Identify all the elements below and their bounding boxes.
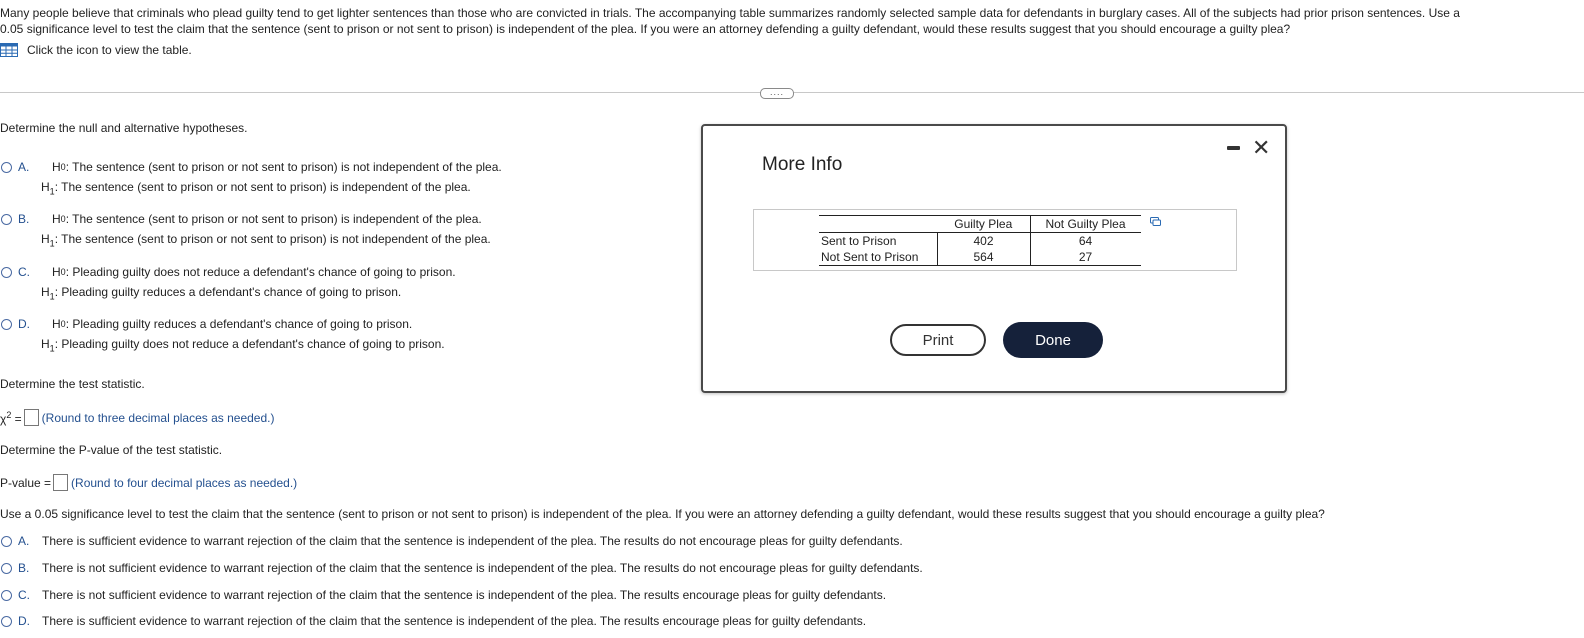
test-statistic-prompt: Determine the test statistic. bbox=[0, 377, 145, 391]
table-cell: 402 bbox=[937, 232, 1031, 249]
p-value-prompt: Determine the P-value of the test statis… bbox=[0, 443, 223, 457]
table-corner bbox=[819, 215, 937, 233]
radio-button[interactable] bbox=[1, 589, 12, 601]
row-header: Sent to Prison bbox=[819, 232, 938, 249]
contingency-table: Guilty Plea Not Guilty Plea Sent to Pris… bbox=[819, 215, 1141, 266]
conclusion-option-c[interactable]: C. There is not sufficient evidence to wa… bbox=[0, 585, 886, 605]
view-table-link[interactable]: Click the icon to view the table. bbox=[0, 43, 192, 57]
hypothesis-option-c[interactable]: C. H 0: Pleading guilty does not reduce a … bbox=[0, 262, 456, 302]
radio-button[interactable] bbox=[1, 562, 12, 574]
table-row: Not Sent to Prison 564 27 bbox=[819, 249, 1141, 266]
hypotheses-prompt: Determine the null and alternative hypot… bbox=[0, 121, 248, 135]
table-icon[interactable] bbox=[0, 43, 18, 57]
problem-line-2: 0.05 significance level to test the clai… bbox=[0, 22, 1291, 36]
p-value-label: P-value = bbox=[0, 475, 52, 490]
radio-button[interactable] bbox=[1, 161, 12, 173]
table-row: Sent to Prison 402 64 bbox=[819, 232, 1141, 249]
radio-button[interactable] bbox=[1, 535, 12, 547]
test-statistic-input[interactable] bbox=[23, 409, 39, 426]
more-info-dialog: More Info ✕ Guilty Plea Not Guilty Plea … bbox=[701, 124, 1287, 393]
hypothesis-option-b[interactable]: B. H 0: The sentence (sent to prison or no… bbox=[0, 209, 491, 249]
hypothesis-option-d[interactable]: D. H 0: Pleading guilty reduces a defendan… bbox=[0, 314, 445, 354]
copy-table-icon[interactable] bbox=[1150, 217, 1161, 226]
conclusion-prompt: Use a 0.05 significance level to test th… bbox=[0, 507, 1325, 521]
p-value-row: P-value = (Round to four decimal places … bbox=[0, 474, 297, 491]
table-cell: 564 bbox=[937, 249, 1031, 266]
dialog-title: More Info bbox=[762, 154, 843, 175]
minimize-icon[interactable] bbox=[1227, 146, 1240, 150]
p-value-hint: (Round to four decimal places as needed.… bbox=[71, 475, 298, 490]
chi-square-symbol: χ2 = bbox=[0, 409, 22, 426]
print-button[interactable]: Print bbox=[890, 324, 986, 356]
problem-line-1: Many people believe that criminals who p… bbox=[0, 6, 1460, 20]
table-cell: 27 bbox=[1030, 249, 1141, 266]
column-header: Not Guilty Plea bbox=[1030, 215, 1141, 233]
data-table-frame: Guilty Plea Not Guilty Plea Sent to Pris… bbox=[753, 209, 1237, 271]
close-icon[interactable]: ✕ bbox=[1252, 137, 1270, 159]
column-header: Guilty Plea bbox=[937, 215, 1031, 233]
view-table-text[interactable]: Click the icon to view the table. bbox=[27, 43, 192, 57]
row-header: Not Sent to Prison bbox=[819, 249, 938, 266]
hypothesis-option-a[interactable]: A. H 0: The sentence (sent to prison or no… bbox=[0, 157, 502, 197]
test-statistic-row: χ2 = (Round to three decimal places as n… bbox=[0, 409, 274, 426]
radio-button[interactable] bbox=[1, 213, 12, 225]
conclusion-option-a[interactable]: A. There is sufficient evidence to warran… bbox=[0, 531, 903, 551]
radio-button[interactable] bbox=[1, 318, 12, 330]
table-cell: 64 bbox=[1078, 234, 1093, 248]
radio-button[interactable] bbox=[1, 266, 12, 278]
p-value-input[interactable] bbox=[53, 474, 69, 491]
conclusion-option-b[interactable]: B. There is not sufficient evidence to wa… bbox=[0, 558, 923, 578]
problem-statement: Many people believe that criminals who p… bbox=[0, 5, 1584, 37]
conclusion-option-d[interactable]: D. There is sufficient evidence to warran… bbox=[0, 611, 866, 631]
done-button[interactable]: Done bbox=[1003, 322, 1103, 358]
radio-button[interactable] bbox=[1, 615, 12, 627]
test-statistic-hint: (Round to three decimal places as needed… bbox=[41, 410, 275, 425]
expand-ellipsis-button[interactable]: .... bbox=[760, 88, 794, 99]
